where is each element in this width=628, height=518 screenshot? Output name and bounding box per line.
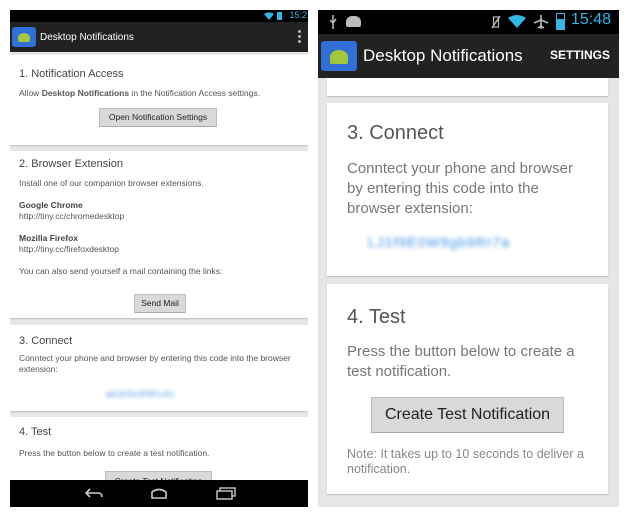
section-description: Allow Desktop Notifications in the Notif…: [19, 88, 260, 98]
usb-icon: [328, 14, 338, 30]
firefox-link[interactable]: http://tiny.cc/firefoxdesktop: [19, 244, 119, 254]
overflow-menu-icon[interactable]: [298, 30, 301, 43]
section-heading: 3. Connect: [347, 122, 444, 144]
card-connect: 3. Connect Conntect your phone and brows…: [10, 325, 308, 411]
status-bar: 15:2: [10, 10, 308, 22]
create-test-notification-button[interactable]: Create Test Notification: [371, 397, 564, 433]
card-test: 4. Test Press the button below to create…: [10, 417, 308, 491]
section-description: Conntect your phone and browser by enter…: [347, 160, 573, 217]
vibrate-icon: [490, 14, 502, 30]
status-bar: 15:48: [318, 10, 619, 34]
wifi-icon: [264, 12, 274, 20]
left-phone-screen: 15:2 Desktop Notifications 1. Notificati…: [10, 10, 308, 507]
navigation-bar: [10, 480, 308, 507]
section-description: Conntect your phone and browser by enter…: [19, 353, 291, 374]
open-notification-settings-button[interactable]: Open Notification Settings: [99, 108, 217, 127]
connect-code: LJ1f9E0W9gb9Rr7a: [368, 234, 511, 250]
wifi-icon: [508, 15, 526, 28]
right-phone-screen: 15:48 Desktop Notifications SETTINGS 3. …: [318, 10, 619, 507]
action-bar: Desktop Notifications: [10, 22, 308, 52]
status-time: 15:2: [289, 10, 307, 20]
card-partial-top: [327, 78, 608, 96]
app-icon[interactable]: [12, 27, 36, 47]
card-notification-access: 1. Notification Access Allow Desktop Not…: [10, 55, 308, 145]
back-icon[interactable]: [85, 488, 103, 499]
app-title: Desktop Notifications: [363, 46, 523, 65]
battery-icon: [556, 13, 565, 30]
android-debug-icon: [346, 16, 361, 27]
section-heading: 2. Browser Extension: [19, 158, 123, 170]
section-heading: 1. Notification Access: [19, 68, 124, 80]
status-time: 15:48: [571, 11, 612, 28]
card-test: 4. Test Press the button below to create…: [327, 284, 608, 494]
firefox-label: Mozilla Firefox: [19, 233, 79, 243]
section-description: Press the button below to create a test …: [19, 448, 210, 458]
section-heading: 3. Connect: [19, 335, 73, 347]
send-mail-button[interactable]: Send Mail: [134, 294, 186, 313]
airplane-icon: [533, 14, 549, 30]
app-title: Desktop Notifications: [40, 31, 134, 43]
section-heading: 4. Test: [19, 426, 52, 438]
action-bar: Desktop Notifications SETTINGS: [318, 34, 619, 78]
section-heading: 4. Test: [347, 306, 406, 328]
section-description: Press the button below to create a test …: [347, 343, 575, 380]
chrome-label: Google Chrome: [19, 200, 83, 210]
app-icon[interactable]: [321, 41, 357, 71]
card-browser-extension: 2. Browser Extension Install one of our …: [10, 151, 308, 318]
section-description: Install one of our companion browser ext…: [19, 178, 204, 188]
note-text: Note: It takes up to 10 seconds to deliv…: [347, 447, 584, 476]
connect-code: ak3t9e9f8lv4s: [106, 389, 175, 399]
chrome-link[interactable]: http://tiny.cc/chromedesktop: [19, 211, 124, 221]
mail-description: You can also send yourself a mail contai…: [19, 266, 223, 276]
settings-action[interactable]: SETTINGS: [550, 48, 610, 62]
recent-apps-icon[interactable]: [216, 487, 236, 500]
card-connect: 3. Connect Conntect your phone and brows…: [327, 103, 608, 276]
home-icon[interactable]: [149, 488, 169, 499]
battery-icon: [277, 12, 282, 20]
